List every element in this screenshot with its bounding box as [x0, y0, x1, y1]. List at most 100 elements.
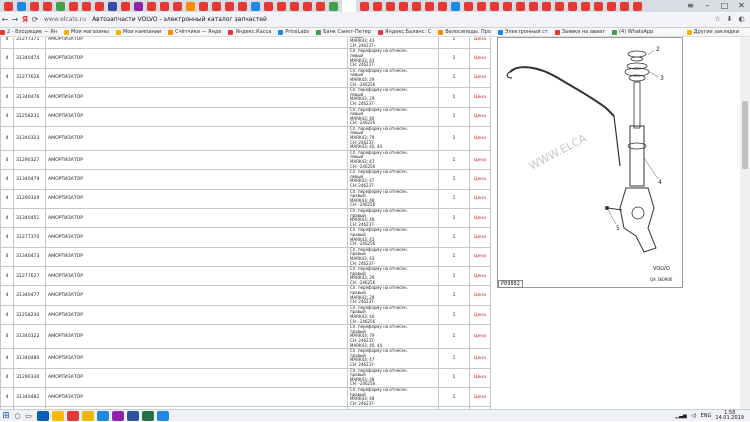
part-number[interactable]: 31290330 [13, 367, 46, 388]
browser-tab[interactable] [373, 1, 382, 11]
extensions-icon[interactable]: ◐ [737, 15, 746, 24]
browser-tab[interactable] [399, 1, 408, 11]
tab-active[interactable] [342, 0, 356, 12]
table-row[interactable]: 4 31340480 АМОРТИЗАТОР Сп. переформу на отн… [0, 348, 491, 369]
price-link[interactable]: Цена [469, 246, 491, 268]
network-icon[interactable]: ▁▃▅ [675, 413, 687, 419]
browser-tab[interactable] [147, 1, 156, 11]
table-row[interactable]: 4 31290329 АМОРТИЗАТОР Сп. переформу на отн… [0, 188, 491, 209]
bookmark-item[interactable]: Яндекс.Баланс: С [378, 29, 431, 35]
table-row[interactable]: 4 31340473 АМОРТИЗАТОР Сп. переформу на отн… [0, 246, 491, 268]
price-link[interactable]: Цена [469, 266, 491, 287]
browser-tab[interactable] [607, 1, 616, 11]
browser-tab[interactable] [108, 1, 117, 11]
part-number[interactable]: 31340482 [13, 386, 46, 408]
browser-tab[interactable] [173, 1, 182, 11]
price-link[interactable]: Цена [469, 285, 491, 306]
clock[interactable]: 1:58 14.01.2019 [715, 411, 744, 421]
bookmark-item[interactable]: Счётчики — Янде [168, 29, 221, 35]
price-link[interactable]: Цена [469, 149, 491, 171]
reload-icon[interactable]: ⟳ [30, 15, 40, 24]
price-link[interactable]: Цена [469, 227, 491, 248]
maximize-button[interactable]: □ [716, 0, 733, 12]
table-row[interactable]: 4 31258231 АМОРТИЗАТОР Сп. переформу на отн… [0, 106, 491, 127]
browser-tab[interactable] [568, 1, 577, 11]
browser-tab[interactable] [477, 1, 486, 11]
browser-tab[interactable] [386, 1, 395, 11]
browser-tab[interactable] [360, 1, 369, 11]
browser-tab[interactable] [451, 1, 460, 11]
bookmark-icon[interactable]: ☆ [713, 15, 722, 24]
part-number[interactable]: 31340323 [13, 125, 46, 151]
bookmark-item[interactable]: Банк Санкт-Петер [316, 29, 371, 35]
taskbar-app-icon[interactable] [82, 410, 94, 421]
price-link[interactable]: Цена [469, 348, 491, 369]
browser-tab[interactable] [30, 1, 39, 11]
taskbar-app-icon[interactable] [142, 410, 154, 421]
browser-tab[interactable] [264, 1, 273, 11]
callout-2[interactable]: 2 [656, 46, 660, 53]
browser-tab[interactable] [594, 1, 603, 11]
browser-tab[interactable] [490, 1, 499, 11]
browser-tab[interactable] [516, 1, 525, 11]
price-link[interactable]: Цена [469, 48, 491, 69]
browser-tab[interactable] [425, 1, 434, 11]
part-number[interactable]: 31277626 [13, 67, 46, 89]
browser-tab[interactable] [542, 1, 551, 11]
other-bookmarks[interactable]: Другие закладки [686, 29, 739, 35]
taskbar-app-icon[interactable] [127, 410, 139, 421]
volume-icon[interactable]: ◁) [691, 413, 697, 419]
price-link[interactable]: Цена [469, 367, 491, 388]
price-link[interactable]: Цена [469, 106, 491, 127]
menu-icon[interactable]: ≡ [682, 0, 699, 12]
table-row[interactable]: 431277371АМОРТИЗАТОРСп. переформу на отн… [0, 37, 491, 50]
table-row[interactable]: 4 31277626 АМОРТИЗАТОР Сп. переформу на отн… [0, 67, 491, 89]
browser-tab[interactable] [438, 1, 447, 11]
table-row[interactable]: 4 31340322 АМОРТИЗАТОР Сп. переформу на отн… [0, 324, 491, 350]
browser-tab[interactable] [134, 1, 143, 11]
browser-tab[interactable] [412, 1, 421, 11]
browser-tab[interactable] [95, 1, 104, 11]
price-link[interactable]: Цена [469, 304, 491, 326]
taskbar-app-icon[interactable] [52, 410, 64, 421]
browser-tab[interactable] [82, 1, 91, 11]
table-row[interactable]: 4 31340482 АМОРТИЗАТОР Сп. переформу на отн… [0, 386, 491, 408]
yandex-icon[interactable]: Я [20, 15, 30, 24]
bookmark-item[interactable]: Мои магазины [64, 29, 109, 35]
browser-tab[interactable] [529, 1, 538, 11]
part-number[interactable]: 31277371 [13, 37, 46, 50]
table-row[interactable]: 4 31340451 АМОРТИЗАТОР Сп. переформу на отн… [0, 207, 491, 229]
part-number[interactable]: 31340480 [13, 348, 46, 369]
browser-tab[interactable] [199, 1, 208, 11]
price-link[interactable]: Цена [469, 188, 491, 209]
price-link[interactable]: Цена [469, 125, 491, 151]
price-link[interactable]: Цена [469, 87, 491, 108]
price-link[interactable]: Цена [469, 207, 491, 229]
callout-4[interactable]: 4 [658, 179, 662, 186]
bookmark-item[interactable]: Велосипеды. Про [438, 29, 491, 35]
back-icon[interactable]: ← [0, 15, 10, 24]
taskbar-app-icon[interactable] [37, 410, 49, 421]
price-link[interactable]: Цена [469, 67, 491, 89]
table-row[interactable]: 4 31277627 АМОРТИЗАТОР Сп. переформу на отн… [0, 266, 491, 287]
browser-tab[interactable] [43, 1, 52, 11]
browser-tab[interactable] [160, 1, 169, 11]
search-icon[interactable]: ○ [12, 412, 23, 420]
table-row[interactable]: 4 31258230 АМОРТИЗАТОР Сп. переформу на отн… [0, 304, 491, 326]
browser-tab[interactable] [633, 1, 642, 11]
taskbar-app-icon[interactable] [97, 410, 109, 421]
browser-tab[interactable] [581, 1, 590, 11]
part-number[interactable]: 31340322 [13, 324, 46, 350]
browser-tab[interactable] [329, 1, 338, 11]
taskbar-app-icon[interactable] [112, 410, 124, 421]
table-row[interactable]: 4 31290330 АМОРТИЗАТОР Сп. переформу на отн… [0, 367, 491, 388]
close-button[interactable]: ✕ [733, 0, 750, 12]
browser-tab[interactable] [121, 1, 130, 11]
browser-tab[interactable] [277, 1, 286, 11]
part-number[interactable]: 31340477 [13, 285, 46, 306]
task-view-icon[interactable]: ▭ [23, 412, 34, 420]
price-link[interactable]: Цена [469, 169, 491, 190]
part-number[interactable]: 31340479 [13, 169, 46, 190]
browser-tab[interactable] [555, 1, 564, 11]
price-link[interactable]: Цена [469, 324, 491, 350]
